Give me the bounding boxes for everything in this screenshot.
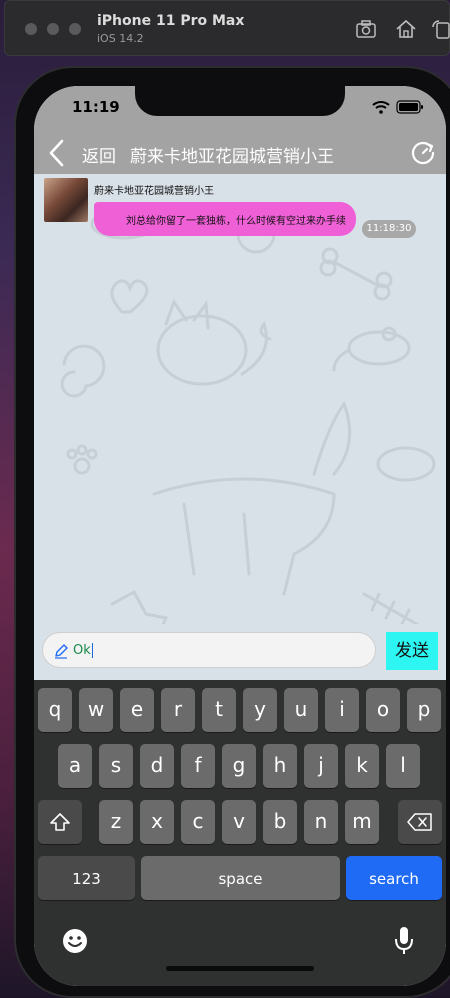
phone-screen: 11:19 返回 蔚来卡地亚花园城营销小王 蔚来卡地亚花园城营销小王 刘总给你留… (34, 86, 446, 986)
key-e[interactable]: e (120, 688, 154, 732)
message-bubble[interactable]: 刘总给你留了一套独栋，什么时候有空过来办手续 (94, 202, 356, 236)
key-y[interactable]: y (243, 688, 277, 732)
microphone-icon[interactable] (394, 926, 414, 956)
key-q[interactable]: q (38, 688, 72, 732)
message-timestamp: 11:18:30 (362, 220, 416, 238)
simulator-os-version: iOS 14.2 (97, 32, 144, 45)
back-button[interactable]: 返回 (82, 142, 116, 167)
key-f[interactable]: f (181, 744, 215, 788)
search-key-label: search (369, 870, 419, 888)
wifi-icon (372, 101, 390, 114)
emoji-icon[interactable] (62, 928, 88, 954)
rotate-icon[interactable] (431, 19, 450, 39)
key-m[interactable]: m (345, 800, 379, 844)
key-k[interactable]: k (345, 744, 379, 788)
key-g[interactable]: g (222, 744, 256, 788)
message-input[interactable]: Ok (42, 632, 376, 668)
navigation-bar: 返回 蔚来卡地亚花园城营销小王 (34, 132, 446, 174)
key-z[interactable]: z (99, 800, 133, 844)
doodle-wallpaper (60, 208, 436, 646)
home-indicator[interactable] (166, 966, 314, 971)
message-sender: 蔚来卡地亚花园城营销小王 (94, 186, 214, 197)
battery-icon (396, 100, 423, 114)
delete-key[interactable] (398, 800, 442, 844)
space-key[interactable]: space (141, 856, 340, 900)
screenshot-icon[interactable] (355, 19, 377, 39)
chat-title: 蔚来卡地亚花园城营销小王 (130, 147, 334, 167)
backspace-icon (407, 813, 432, 831)
key-x[interactable]: x (140, 800, 174, 844)
pencil-icon (55, 644, 68, 659)
numbers-key[interactable]: 123 (38, 856, 135, 900)
key-c[interactable]: c (181, 800, 215, 844)
key-o[interactable]: o (366, 688, 400, 732)
message-input-value: Ok (73, 643, 91, 658)
window-minimize-button[interactable] (47, 23, 59, 35)
search-key[interactable]: search (346, 856, 442, 900)
shift-key[interactable] (38, 800, 82, 844)
send-button[interactable]: 发送 (386, 632, 438, 670)
notch (135, 86, 345, 116)
key-h[interactable]: h (263, 744, 297, 788)
shift-icon (50, 813, 70, 831)
key-v[interactable]: v (222, 800, 256, 844)
keyboard: q w e r t y u i o p a s d f g h j k l z … (34, 680, 446, 986)
key-t[interactable]: t (202, 688, 236, 732)
key-l[interactable]: l (386, 744, 420, 788)
window-zoom-button[interactable] (69, 23, 81, 35)
key-n[interactable]: n (304, 800, 338, 844)
chat-area[interactable]: 蔚来卡地亚花园城营销小王 刘总给你留了一套独栋，什么时候有空过来办手续 11:1… (34, 174, 446, 680)
key-u[interactable]: u (284, 688, 318, 732)
key-b[interactable]: b (263, 800, 297, 844)
key-d[interactable]: d (140, 744, 174, 788)
key-p[interactable]: p (407, 688, 441, 732)
simulator-device-name: iPhone 11 Pro Max (97, 13, 245, 29)
space-key-label: space (218, 870, 263, 888)
key-a[interactable]: a (58, 744, 92, 788)
avatar[interactable] (44, 178, 88, 222)
key-w[interactable]: w (79, 688, 113, 732)
window-close-button[interactable] (25, 23, 37, 35)
key-s[interactable]: s (99, 744, 133, 788)
home-icon[interactable] (395, 19, 417, 39)
text-caret (91, 643, 93, 658)
numbers-key-label: 123 (72, 870, 101, 888)
composer-bar: Ok 发送 (34, 624, 446, 680)
key-j[interactable]: j (304, 744, 338, 788)
key-r[interactable]: r (161, 688, 195, 732)
simulator-title-bar: iPhone 11 Pro Max iOS 14.2 (4, 0, 450, 56)
refresh-icon[interactable] (410, 140, 436, 166)
status-time: 11:19 (72, 98, 120, 116)
key-i[interactable]: i (325, 688, 359, 732)
chevron-left-icon[interactable] (46, 138, 68, 168)
